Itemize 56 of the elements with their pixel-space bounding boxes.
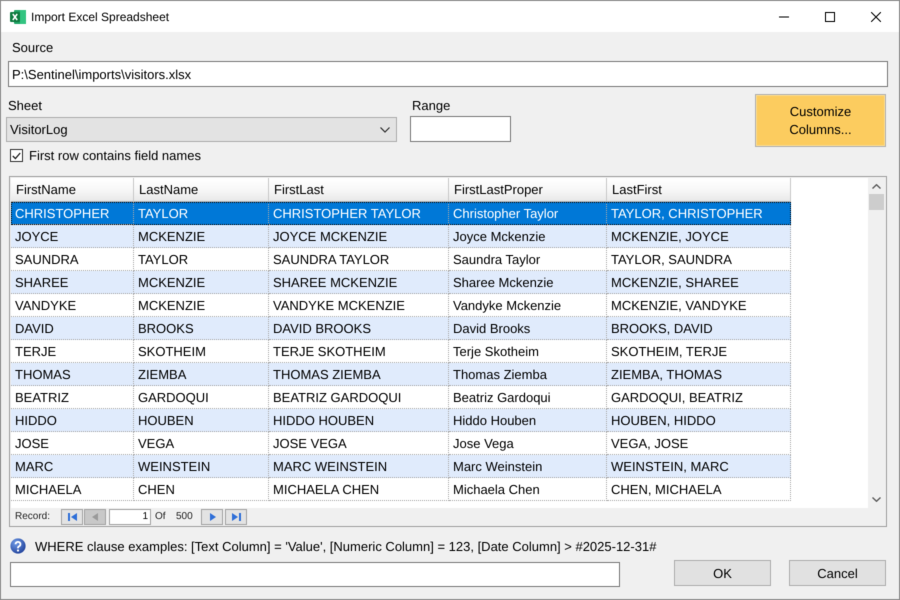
table-row[interactable]: DAVID BROOKS DAVID BROOKS David Brooks BROOKS, DAVID xyxy=(11,317,791,340)
maximize-icon xyxy=(825,12,835,22)
window-title: Import Excel Spreadsheet xyxy=(31,10,170,24)
last-record-button[interactable] xyxy=(225,508,247,524)
record-label: Record: xyxy=(14,511,52,522)
table-row[interactable]: MICHAELA CHEN MICHAELA CHEN Michaela Chen CHEN, MICHAELA xyxy=(11,478,791,501)
table-row[interactable]: THOMAS ZIEMBA THOMAS ZIEMBA Thomas Ziemba ZIEMBA, THOMAS xyxy=(11,363,791,386)
column-header[interactable]: LastName xyxy=(134,178,269,202)
where-clause-field[interactable] xyxy=(10,562,620,587)
cancel-button[interactable]: Cancel xyxy=(789,560,886,586)
previous-record-icon xyxy=(90,512,100,522)
column-header[interactable]: LastFirst xyxy=(607,178,791,202)
table-row[interactable]: SHAREE MCKENZIE SHAREE MCKENZIE Sharee Mckenzie MCKENZIE, SHAREE xyxy=(11,271,791,294)
record-number-field[interactable]: 1 xyxy=(109,508,151,524)
table-row[interactable]: VANDYKE MCKENZIE VANDYKE MCKENZIE Vandyke Mckenzie MCKENZIE, VANDYKE xyxy=(11,294,791,317)
table-row[interactable]: HIDDO HOUBEN HIDDO HOUBEN Hiddo Houben HOUBEN, HIDDO xyxy=(11,409,791,432)
ok-button[interactable]: OK xyxy=(674,560,771,586)
table-cell: CHEN xyxy=(134,478,269,501)
table-row[interactable]: MARC WEINSTEIN MARC WEINSTEIN Marc Weinstein WEINSTEIN, MARC xyxy=(11,455,791,478)
first-record-button[interactable] xyxy=(61,508,83,524)
table-row[interactable]: TERJE SKOTHEIM TERJE SKOTHEIM Terje Skotheim SKOTHEIM, TERJE xyxy=(11,340,791,363)
range-label: Range xyxy=(412,98,452,114)
next-record-button[interactable] xyxy=(201,508,223,524)
sheet-label: Sheet xyxy=(8,98,43,114)
table-row[interactable]: JOYCE MCKENZIE JOYCE MCKENZIE Joyce Mckenzie MCKENZIE, JOYCE xyxy=(11,225,791,248)
table-cell: CHEN, MICHAELA xyxy=(607,478,791,501)
table-cell: MICHAELA xyxy=(11,478,134,501)
table-row[interactable]: CHRISTOPHER TAYLOR CHRISTOPHER TAYLOR Christopher Taylor TAYLOR, CHRISTOPHER xyxy=(11,202,791,225)
table-row[interactable]: JOSE VEGA JOSE VEGA Jose Vega VEGA, JOSE xyxy=(11,432,791,455)
scroll-up-icon[interactable] xyxy=(872,184,881,189)
column-header[interactable]: FirstName xyxy=(11,178,134,202)
column-header[interactable]: FirstLastProper xyxy=(449,178,607,202)
close-icon xyxy=(871,12,881,22)
table-row[interactable]: BEATRIZ GARDOQUI BEATRIZ GARDOQUI Beatriz Gardoqui GARDOQUI, BEATRIZ xyxy=(11,386,791,409)
source-field[interactable]: P:\Sentinel\imports\visitors.xlsx xyxy=(8,61,888,87)
checkmark-icon xyxy=(12,152,21,160)
chevron-down-icon xyxy=(380,126,390,132)
record-total: 500 xyxy=(176,511,194,522)
table-cell: MICHAELA CHEN xyxy=(269,478,449,501)
help-icon xyxy=(10,538,26,554)
field-names-label: First row contains field names xyxy=(29,148,201,163)
table-cell: Michaela Chen xyxy=(449,478,607,501)
last-record-icon xyxy=(230,512,242,522)
field-names-checkbox[interactable] xyxy=(10,149,23,162)
of-label: Of xyxy=(155,511,167,522)
scrollbar-thumb[interactable] xyxy=(869,194,884,210)
source-label: Source xyxy=(12,40,54,56)
first-record-icon xyxy=(66,512,78,522)
scroll-down-icon[interactable] xyxy=(872,497,881,502)
spreadsheet-icon xyxy=(10,8,26,24)
where-clause-hint: WHERE clause examples: [Text Column] = 'Value', [Numeric Column] = 123, [Date Column] > #2025-12-31# xyxy=(35,538,656,554)
column-header[interactable]: FirstLast xyxy=(269,178,449,202)
customize-columns-button[interactable]: Customize Columns... xyxy=(755,94,886,147)
table-row[interactable]: SAUNDRA TAYLOR SAUNDRA TAYLOR Saundra Taylor TAYLOR, SAUNDRA xyxy=(11,248,791,271)
sheet-dropdown[interactable]: VisitorLog xyxy=(6,117,397,142)
range-field[interactable] xyxy=(410,116,511,142)
